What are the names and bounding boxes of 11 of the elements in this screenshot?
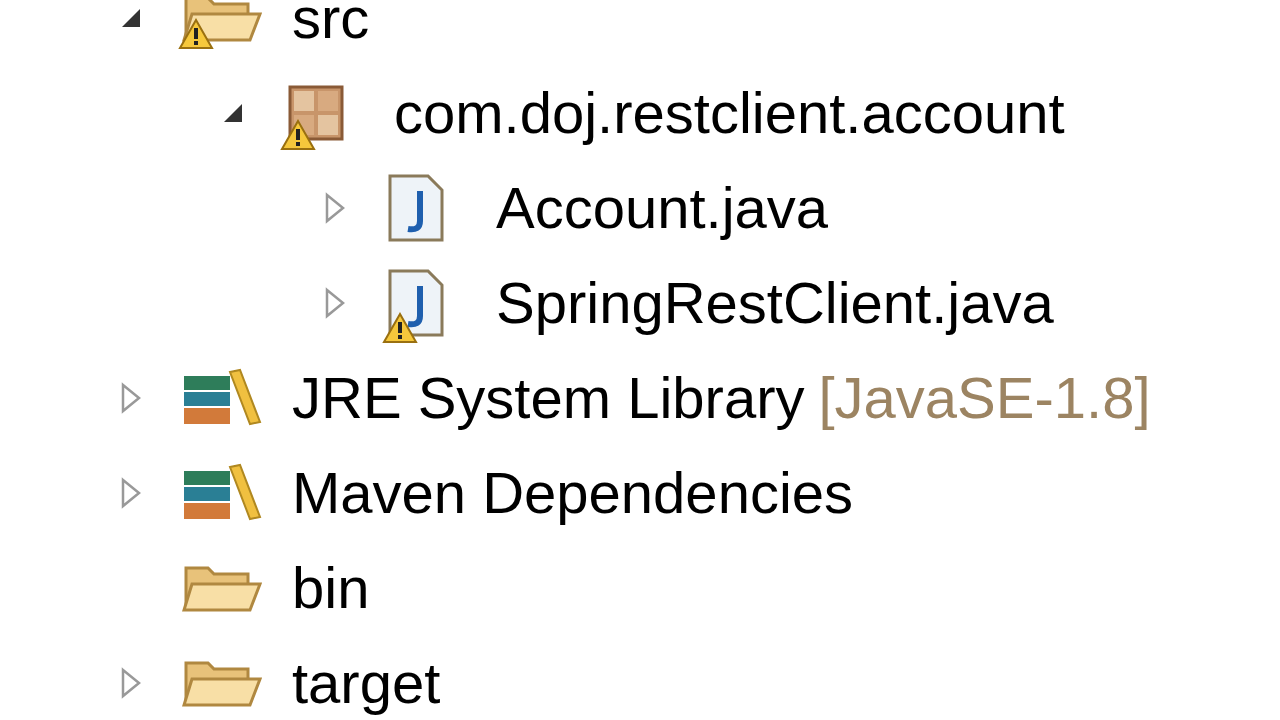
collapsed-arrow-icon[interactable]	[120, 381, 142, 414]
java-file-icon	[386, 267, 446, 338]
library-icon	[182, 462, 262, 523]
collapsed-arrow-icon[interactable]	[120, 476, 142, 509]
collapsed-arrow-icon[interactable]	[120, 666, 142, 699]
collapsed-arrow-icon[interactable]	[324, 286, 346, 319]
tree-item-label[interactable]: src	[292, 0, 370, 47]
java-file-icon	[386, 172, 446, 243]
library-icon	[182, 367, 262, 428]
collapsed-arrow-icon[interactable]	[324, 191, 346, 224]
tree-item-label[interactable]: bin	[292, 558, 370, 617]
